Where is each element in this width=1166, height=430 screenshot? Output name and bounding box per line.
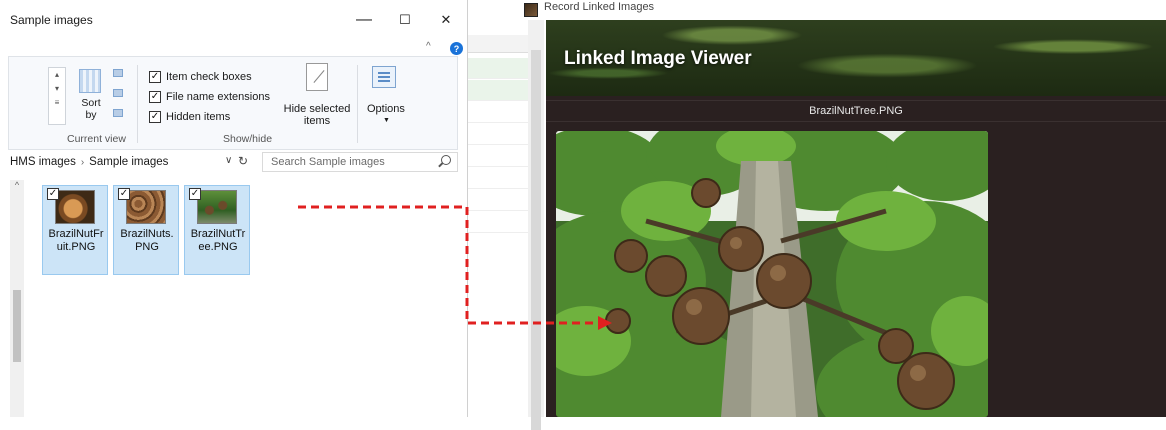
window-title: Sample images [10, 13, 93, 27]
search-icon[interactable] [441, 155, 451, 165]
search-input[interactable] [263, 153, 433, 171]
file-thumbnail [126, 190, 166, 224]
title-bar[interactable]: Sample images — ☐ ✕ [0, 0, 468, 40]
background-column-header [468, 35, 528, 53]
search-box[interactable] [262, 152, 458, 172]
current-view-group-label: Current view [67, 133, 126, 145]
file-name-extensions-checkbox[interactable]: ✓ [149, 91, 161, 103]
item-check-boxes-toggle[interactable]: ✓ Item check boxes [149, 69, 252, 85]
sort-icon[interactable] [79, 69, 101, 93]
viewer-heading: Linked Image Viewer [564, 48, 752, 69]
navigation-pane-scrollbar[interactable]: ^ [10, 180, 24, 417]
ribbon-divider [137, 65, 138, 143]
background-row [468, 146, 528, 167]
background-row [468, 58, 528, 79]
gallery-up-icon[interactable]: ▴ [49, 68, 65, 82]
background-row [468, 168, 528, 189]
viewer-header-banner: Linked Image Viewer [546, 20, 1166, 96]
hide-selected-icon[interactable] [306, 63, 328, 91]
background-app-window [468, 0, 546, 430]
viewer-window-title: Record Linked Images [544, 1, 655, 13]
linked-image-viewer: Linked Image Viewer BrazilNutTree.PNG [546, 20, 1166, 417]
hidden-items-toggle[interactable]: ✓ Hidden items [149, 109, 230, 125]
item-check-boxes-checkbox[interactable]: ✓ [149, 71, 161, 83]
maximize-button[interactable]: ☐ [391, 8, 419, 32]
breadcrumb-item-hms-images[interactable]: HMS images [10, 156, 76, 168]
item-check-boxes-label: Item check boxes [166, 71, 252, 83]
breadcrumb-separator-icon: › [80, 157, 85, 168]
options-caret-icon[interactable]: ▼ [383, 117, 390, 124]
file-checkbox[interactable]: ✓ [47, 188, 59, 200]
hidden-items-label: Hidden items [166, 111, 231, 123]
help-icon[interactable]: ? [450, 42, 463, 55]
size-columns-icon[interactable] [113, 109, 123, 117]
background-row [468, 124, 528, 145]
add-columns-icon[interactable] [113, 89, 123, 97]
ribbon-divider [357, 65, 358, 143]
options-icon[interactable] [372, 66, 396, 88]
tree-photo-illustration [556, 131, 988, 417]
file-thumbnail [55, 190, 95, 224]
file-name: BrazilNuts. PNG [120, 228, 174, 253]
sort-by-button[interactable]: Sort by [79, 97, 103, 121]
group-by-icon[interactable] [113, 69, 123, 77]
address-dropdown-icon[interactable]: ∨ [225, 155, 232, 166]
close-button[interactable]: ✕ [432, 8, 460, 32]
ribbon-collapse-icon[interactable]: ^ [426, 41, 431, 52]
file-tile-brazilnuts[interactable]: ✓ BrazilNuts. PNG [113, 185, 179, 275]
file-name-extensions-label: File name extensions [166, 91, 270, 103]
file-tile-brazilnuttree[interactable]: ✓ BrazilNutTr ee.PNG [184, 185, 250, 275]
app-icon [524, 3, 538, 17]
scrollbar-thumb[interactable] [531, 50, 541, 430]
scrollbar-thumb[interactable] [13, 290, 21, 362]
background-scrollbar[interactable] [528, 20, 544, 430]
gallery-down-icon[interactable]: ▾ [49, 82, 65, 96]
file-thumbnail [197, 190, 237, 224]
background-row [468, 212, 528, 233]
scroll-up-icon[interactable]: ^ [10, 180, 24, 194]
background-row [468, 80, 528, 101]
file-name: BrazilNutFr uit.PNG [48, 228, 104, 253]
options-button[interactable]: Options [367, 103, 405, 115]
background-row [468, 190, 528, 211]
address-bar[interactable]: HMS images › Sample images ∨ ↻ [0, 150, 468, 176]
breadcrumb-item-sample-images[interactable]: Sample images [89, 156, 168, 168]
breadcrumb: HMS images › Sample images [10, 156, 168, 168]
file-name: BrazilNutTr ee.PNG [190, 228, 246, 253]
minimize-button[interactable]: — [350, 8, 378, 32]
file-explorer-window: Sample images — ☐ ✕ ^ ? ▴ ▾ ≡ Sort by Cu… [0, 0, 468, 417]
hidden-items-checkbox[interactable]: ✓ [149, 111, 161, 123]
gallery-more-icon[interactable]: ≡ [49, 96, 65, 110]
hide-selected-items-button[interactable]: Hide selected items [283, 103, 351, 127]
refresh-icon[interactable]: ↻ [238, 154, 248, 168]
background-row [468, 102, 528, 123]
ribbon-view-tab: ▴ ▾ ≡ Sort by Current view ✓ Item check … [8, 56, 458, 150]
file-checkbox[interactable]: ✓ [118, 188, 130, 200]
file-tile-brazilnutfruit[interactable]: ✓ BrazilNutFr uit.PNG [42, 185, 108, 275]
file-list-pane: ^ ✓ BrazilNutFr uit.PNG ✓ BrazilNuts. PN… [0, 178, 468, 417]
file-name-extensions-toggle[interactable]: ✓ File name extensions [149, 89, 270, 105]
brazil-nut-tree-image[interactable] [556, 131, 988, 417]
layout-gallery-scroll[interactable]: ▴ ▾ ≡ [48, 67, 66, 125]
viewer-filename-bar: BrazilNutTree.PNG [546, 100, 1166, 122]
show-hide-group-label: Show/hide [223, 133, 273, 145]
viewer-filename: BrazilNutTree.PNG [809, 105, 903, 117]
file-checkbox[interactable]: ✓ [189, 188, 201, 200]
viewer-title-bar[interactable]: Record Linked Images [520, 0, 1166, 20]
